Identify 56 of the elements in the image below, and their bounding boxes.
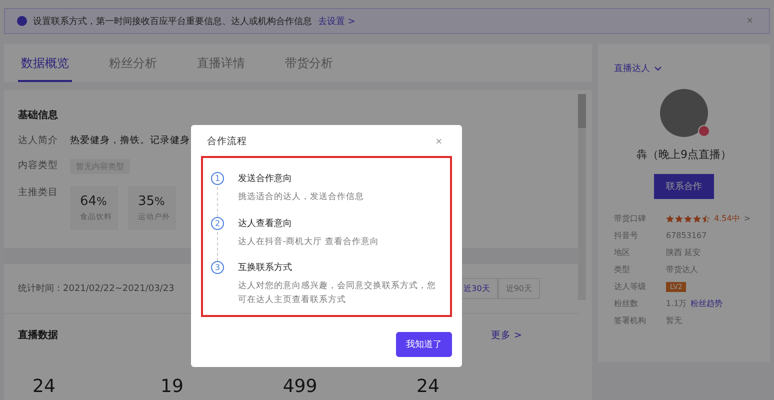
intro-text: 热爱健身，撸铁。记录健身	[70, 134, 190, 147]
chevron-down-icon	[654, 66, 662, 72]
fans-trend-link[interactable]: 粉丝趋势	[690, 298, 723, 309]
info-label: 达人等级	[614, 281, 647, 292]
step-number: 1	[211, 172, 224, 185]
close-button[interactable]: ×	[432, 136, 446, 148]
info-label: 粉丝数	[614, 298, 639, 309]
badge-icon	[698, 125, 710, 137]
info-value: 暂无	[666, 315, 683, 326]
profile-name: 犇（晚上9点直播）	[636, 147, 732, 162]
info-value: 67853167	[666, 230, 708, 241]
field-label: 主推类目	[18, 186, 59, 199]
rating-value: 4.54中	[714, 213, 740, 224]
step-description: 达人在抖音-商机大厅 查看合作意向	[238, 236, 379, 249]
info-label: 签署机构	[614, 315, 647, 326]
info-label: 地区	[614, 247, 631, 258]
tab[interactable]: 带货分析	[282, 55, 336, 82]
chevron-text[interactable]: >	[744, 214, 751, 223]
step-number: 3	[211, 261, 224, 274]
range-button[interactable]: 近90天	[498, 278, 540, 299]
stat-value: 499	[282, 376, 318, 397]
info-label: 带货口碑	[614, 213, 647, 224]
contact-button[interactable]: 联系合作	[654, 174, 714, 199]
step-title: 互换联系方式	[238, 262, 293, 274]
stat-value: 24	[32, 376, 56, 397]
notice-text: 设置联系方式，第一时间接收百应平台重要信息、达人或机构合作信息	[33, 16, 312, 28]
step-description: 挑选适合的达人，发送合作信息	[238, 191, 364, 204]
section-title: 基础信息	[18, 108, 59, 122]
period-text: 统计时间：2021/02/22~2021/03/23	[18, 282, 174, 295]
stat-value: 19	[160, 376, 184, 397]
more-link[interactable]: 更多 >	[491, 328, 522, 342]
step-title: 达人查看意向	[238, 218, 293, 230]
info-value: 1.1万	[666, 298, 687, 309]
category-share: 64%	[80, 194, 108, 209]
dialog-title: 合作流程	[207, 135, 247, 148]
step-number: 2	[211, 216, 224, 230]
tab[interactable]: 直播详情	[194, 55, 248, 82]
field-label: 达人简介	[18, 134, 59, 147]
step-title: 发送合作意向	[238, 172, 293, 185]
scrollbar[interactable]	[578, 94, 586, 300]
stat-value: 24	[416, 376, 440, 397]
settings-link[interactable]: 去设置 >	[318, 14, 356, 28]
tab[interactable]: 粉丝分析	[106, 55, 160, 82]
info-label: 类型	[614, 264, 631, 275]
category-share: 35%	[138, 194, 166, 209]
section-title: 直播数据	[18, 328, 58, 342]
tab[interactable]: 数据概览	[18, 55, 72, 82]
close-button[interactable]: ×	[742, 15, 757, 27]
field-label: 内容类型	[18, 159, 59, 172]
info-icon	[17, 16, 27, 26]
info-label: 抖音号	[614, 230, 639, 241]
step-description: 达人对您的意向感兴趣，会同意交换联系方式，您可在达人主页查看联系方式	[238, 280, 437, 307]
confirm-button[interactable]: 我知道了	[396, 332, 452, 357]
dropdown[interactable]: 直播达人	[614, 62, 662, 75]
info-value: 陕西 延安	[666, 247, 702, 258]
info-value: 带货达人	[666, 264, 699, 275]
